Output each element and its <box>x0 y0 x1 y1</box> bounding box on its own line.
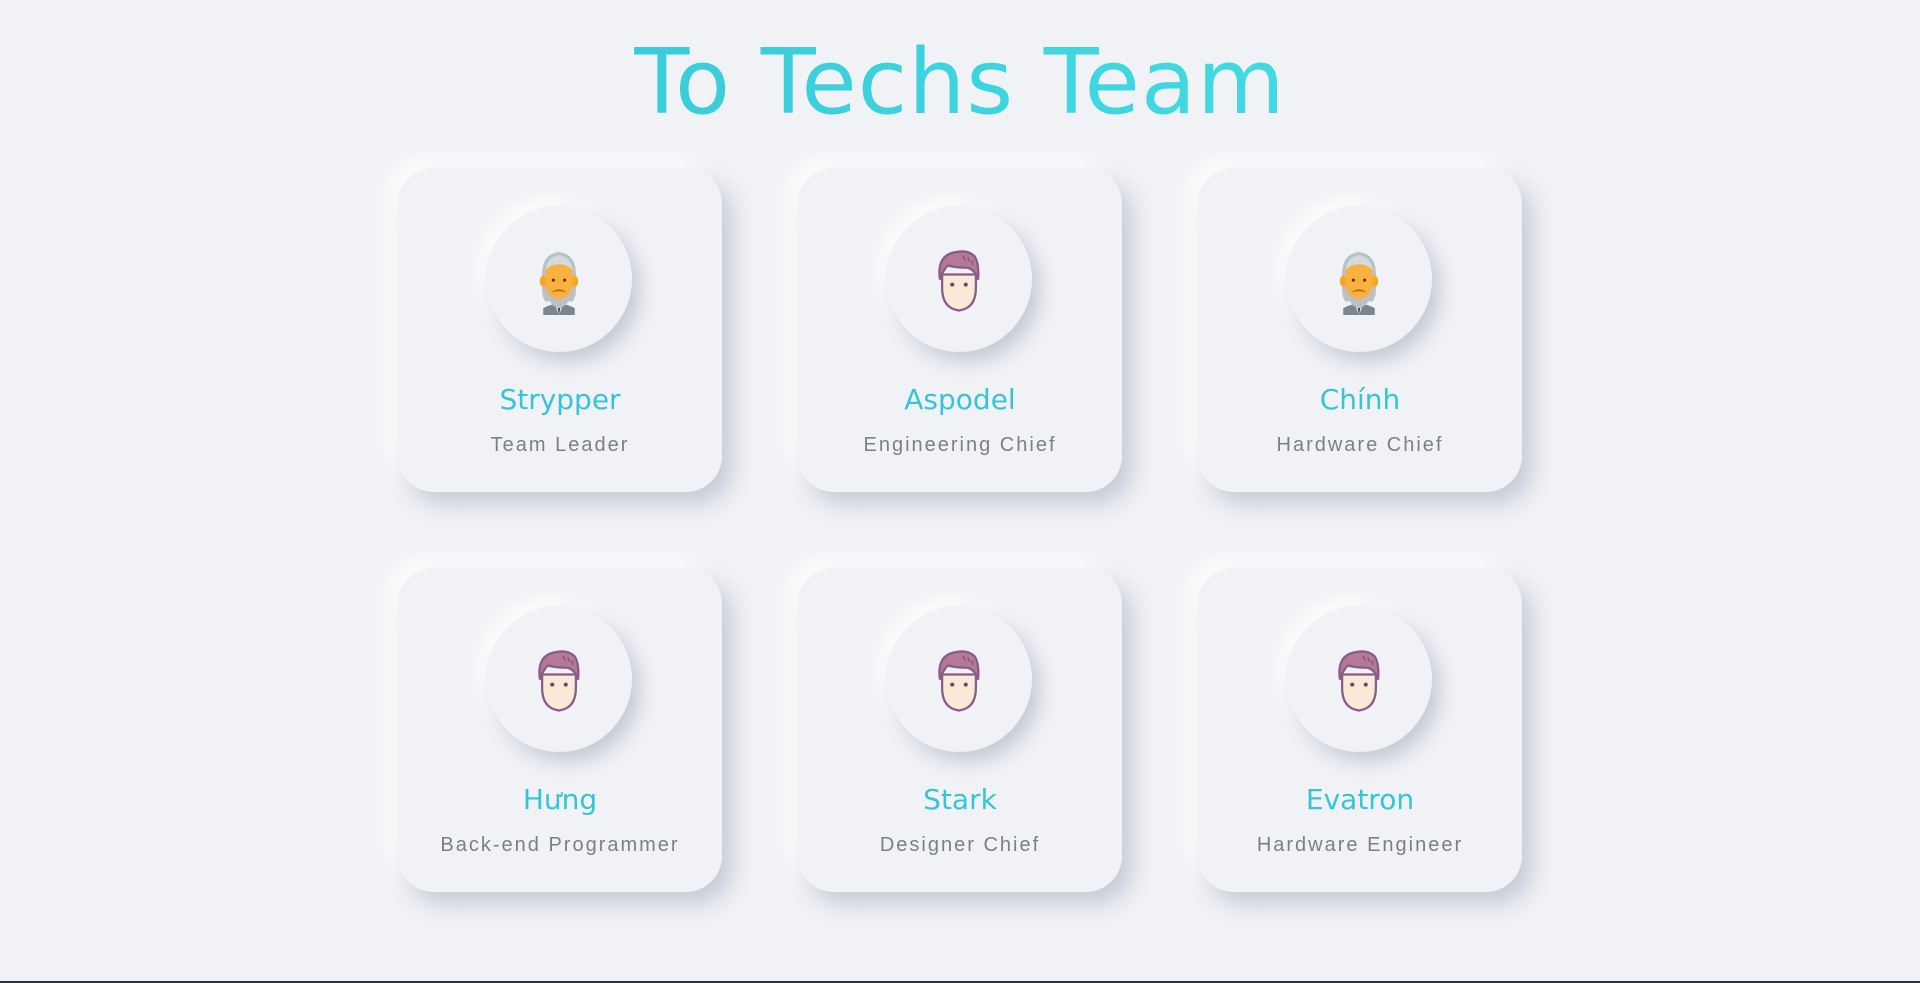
team-grid: Strypper Team Leader Aspodel Engineering… <box>398 168 1522 892</box>
member-role: Hardware Engineer <box>1256 834 1464 856</box>
member-card[interactable]: Hưng Back-end Programmer <box>398 568 722 892</box>
member-role: Designer Chief <box>879 834 1041 856</box>
member-role: Hardware Chief <box>1276 434 1444 456</box>
member-card[interactable]: Aspodel Engineering Chief <box>798 168 1122 492</box>
member-name: Evatron <box>1305 783 1415 816</box>
member-name: Chính <box>1319 383 1401 416</box>
member-role: Engineering Chief <box>863 434 1057 456</box>
avatar <box>486 206 632 352</box>
young-man-icon <box>1323 643 1395 715</box>
member-card[interactable]: Evatron Hardware Engineer <box>1198 568 1522 892</box>
member-role: Team Leader <box>490 434 630 456</box>
avatar <box>886 206 1032 352</box>
avatar <box>886 606 1032 752</box>
old-man-icon <box>1323 243 1395 315</box>
member-card[interactable]: Chính Hardware Chief <box>1198 168 1522 492</box>
old-man-icon <box>523 243 595 315</box>
young-man-icon <box>923 243 995 315</box>
member-card[interactable]: Strypper Team Leader <box>398 168 722 492</box>
member-role: Back-end Programmer <box>440 834 680 856</box>
young-man-icon <box>923 643 995 715</box>
page-title: To Techs Team <box>0 28 1920 138</box>
avatar <box>486 606 632 752</box>
member-name: Aspodel <box>904 383 1016 416</box>
young-man-icon <box>523 643 595 715</box>
avatar <box>1286 206 1432 352</box>
member-card[interactable]: Stark Designer Chief <box>798 568 1122 892</box>
team-page: To Techs Team Strypper Team Leader Aspod… <box>0 0 1920 983</box>
member-name: Hưng <box>522 783 598 816</box>
avatar <box>1286 606 1432 752</box>
member-name: Stark <box>923 783 997 816</box>
member-name: Strypper <box>499 383 621 416</box>
